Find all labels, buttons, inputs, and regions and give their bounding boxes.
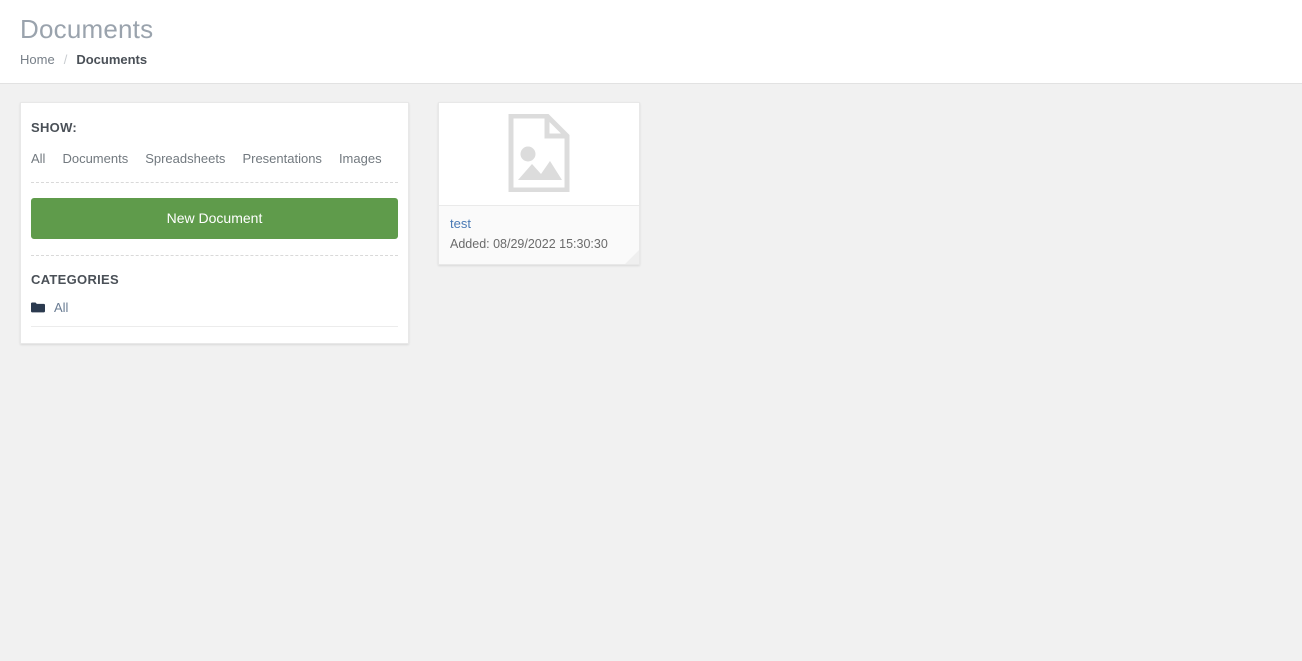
categories-heading: CATEGORIES bbox=[31, 272, 119, 287]
filter-link-images[interactable]: Images bbox=[339, 151, 382, 166]
folder-icon bbox=[31, 302, 45, 313]
page-title: Documents bbox=[20, 14, 154, 44]
filters-panel-inner: SHOW: All Documents Spreadsheets Present… bbox=[31, 120, 398, 327]
corner-fold-decoration bbox=[625, 250, 639, 264]
category-list: All bbox=[31, 300, 398, 327]
document-caption: test Added: 08/29/2022 15:30:30 bbox=[439, 205, 639, 264]
divider-top bbox=[31, 182, 398, 183]
breadcrumb-link-home[interactable]: Home bbox=[20, 52, 55, 67]
documents-grid: test Added: 08/29/2022 15:30:30 bbox=[438, 102, 640, 265]
filter-link-all[interactable]: All bbox=[31, 151, 45, 166]
document-card[interactable]: test Added: 08/29/2022 15:30:30 bbox=[438, 102, 640, 265]
filter-link-spreadsheets[interactable]: Spreadsheets bbox=[145, 151, 225, 166]
filters-panel: SHOW: All Documents Spreadsheets Present… bbox=[20, 102, 409, 344]
breadcrumb-item-current: Documents bbox=[76, 52, 147, 67]
show-heading: SHOW: bbox=[31, 120, 78, 135]
divider-bottom bbox=[31, 255, 398, 256]
breadcrumb-separator-wrap: / bbox=[55, 52, 77, 67]
breadcrumb-item-home[interactable]: Home bbox=[20, 52, 55, 67]
filter-item-all[interactable]: All bbox=[31, 151, 45, 166]
document-added-date: Added: 08/29/2022 15:30:30 bbox=[450, 237, 608, 251]
content-area: SHOW: All Documents Spreadsheets Present… bbox=[0, 84, 1302, 344]
breadcrumb: Home / Documents bbox=[20, 52, 1302, 67]
breadcrumb-separator: / bbox=[63, 52, 68, 67]
category-link-all[interactable]: All bbox=[54, 300, 68, 315]
filter-item-images[interactable]: Images bbox=[339, 151, 382, 166]
filter-item-documents[interactable]: Documents bbox=[62, 151, 128, 166]
filter-link-presentations[interactable]: Presentations bbox=[242, 151, 322, 166]
category-item-all[interactable]: All bbox=[31, 300, 398, 327]
breadcrumb-current-label: Documents bbox=[76, 52, 148, 67]
new-document-button[interactable]: New Document bbox=[31, 198, 398, 239]
document-thumbnail[interactable] bbox=[439, 103, 639, 205]
document-name-link[interactable]: test bbox=[450, 216, 628, 232]
page-header: Documents Home / Documents bbox=[0, 0, 1302, 84]
file-image-icon bbox=[507, 113, 571, 195]
filter-list: All Documents Spreadsheets Presentations… bbox=[31, 151, 398, 166]
filter-item-presentations[interactable]: Presentations bbox=[242, 151, 322, 166]
filter-item-spreadsheets[interactable]: Spreadsheets bbox=[145, 151, 225, 166]
filter-link-documents[interactable]: Documents bbox=[62, 151, 128, 166]
